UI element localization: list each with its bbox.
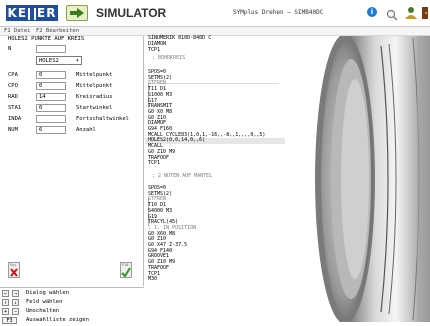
right-arrow-key: → — [12, 290, 19, 297]
info-icon[interactable]: i — [367, 7, 377, 17]
field-label: INDA — [8, 116, 22, 122]
cycle-select-value: HOLES2 — [39, 58, 59, 64]
exit-icon[interactable] — [421, 5, 430, 19]
code-line[interactable]: M30 — [148, 276, 157, 283]
chevron-down-icon: ▾ — [75, 58, 79, 64]
title-bar — [0, 0, 430, 27]
user-icon[interactable] — [404, 5, 418, 19]
field-desc: Anzahl — [76, 127, 96, 133]
field-desc: Mittelpunkt — [76, 83, 113, 89]
help-text: Feld wählen — [26, 299, 63, 305]
field-desc: Fortschaltwinkel — [76, 116, 129, 122]
code-comment[interactable]: ; 2 NUTEN AUF MANTEL — [152, 173, 212, 180]
sta1-field[interactable]: 0 — [36, 104, 66, 112]
left-arrow-key: ← — [2, 290, 9, 297]
n-field[interactable] — [36, 45, 66, 53]
run-icon[interactable] — [66, 5, 88, 21]
down-arrow-key: ↓ — [12, 299, 19, 306]
help-text: Umschalten — [26, 308, 60, 314]
cancel-icon — [10, 268, 18, 277]
code-comment[interactable]: ; BOHRKREIS — [152, 55, 185, 62]
f10-button[interactable]: F10 — [120, 262, 132, 278]
cycle-dialog — [0, 36, 144, 286]
field-label: CPA — [8, 72, 18, 78]
keller-logo: KE ER — [6, 5, 58, 21]
up-arrow-key: ↑ — [2, 299, 9, 306]
field-label: STA1 — [8, 105, 22, 111]
app-title: SIMULATOR — [96, 6, 167, 20]
cpo-field[interactable]: 0 — [36, 82, 66, 90]
field-desc: Mittelpunkt — [76, 72, 113, 78]
menu-bar: F1 Datei F2 Bearbeiten — [0, 27, 430, 36]
plus-key: + — [2, 308, 9, 315]
dialog-title: HOLES2 PUNKTE AUF KREIS — [8, 36, 85, 42]
field-label: RAD — [8, 94, 18, 100]
field-desc: Kreisradius — [76, 94, 113, 100]
3d-simulation-view[interactable] — [285, 34, 430, 324]
cpa-field[interactable]: 0 — [36, 71, 66, 79]
num-field[interactable]: 6 — [36, 126, 66, 134]
workpiece-render — [315, 34, 430, 324]
inda-field[interactable] — [36, 115, 66, 123]
cycle-select[interactable]: HOLES2 ▾ — [36, 56, 82, 65]
esc-button[interactable]: Esc — [8, 262, 20, 278]
n-label: N — [8, 46, 12, 52]
file-title: SYMplus Drehen – SIMB40DC — [233, 9, 324, 16]
code-line[interactable]: TCP1 — [148, 47, 160, 54]
minus-key: − — [12, 308, 19, 315]
field-label: NUM — [8, 127, 18, 133]
menu-datei[interactable]: F1 Datei — [4, 27, 31, 35]
help-text: Dialog wählen — [26, 290, 70, 296]
search-icon[interactable] — [386, 6, 398, 21]
field-label: CPO — [8, 83, 18, 89]
f3-key: F3 — [2, 317, 17, 324]
field-desc: Startwinkel — [76, 105, 113, 111]
rad-field[interactable]: 14 — [36, 93, 66, 101]
code-line-current[interactable]: HOLES2(0,0,14,0,,6) — [145, 138, 285, 145]
code-line[interactable]: TCP1 — [148, 160, 160, 167]
menu-bearbeiten[interactable]: F2 Bearbeiten — [36, 27, 79, 35]
confirm-icon — [121, 267, 131, 278]
help-text: Auswahlliste zeigen — [26, 317, 89, 323]
